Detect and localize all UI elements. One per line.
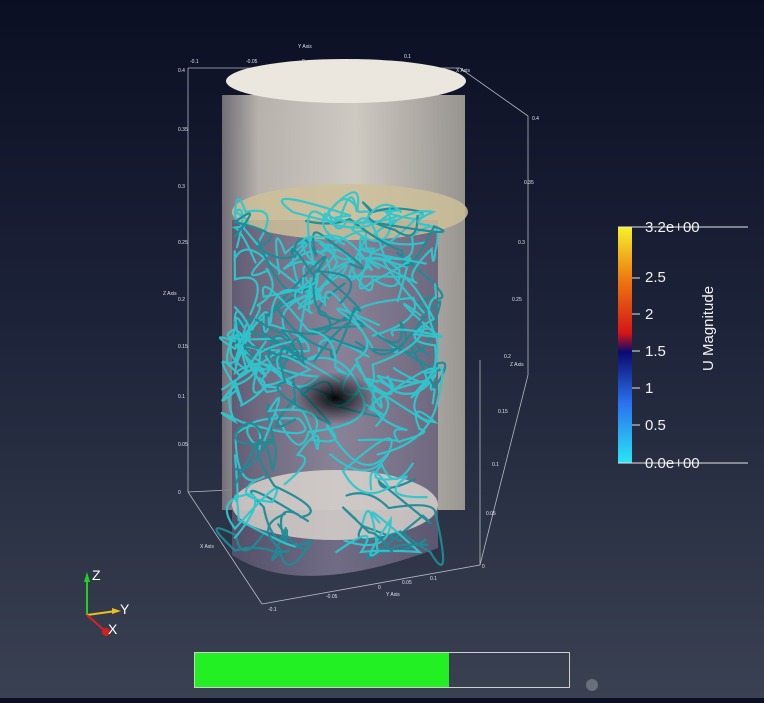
legend-label-2-5: 2.5 <box>645 269 666 286</box>
z-tick-right-5: 0.15 <box>498 409 508 415</box>
y-tick-top-2: 0 <box>302 59 305 65</box>
progress-fill <box>195 653 450 687</box>
x-axis-title-top: X Axis <box>456 68 470 74</box>
y-axis-title-top: Y Axis <box>298 44 312 50</box>
orientation-z-label: Z <box>92 567 101 583</box>
legend-label-1: 1 <box>645 380 654 397</box>
legend-label-2: 2 <box>645 306 654 323</box>
z-tick-right-2: 0.3 <box>518 240 525 246</box>
z-tick-left-6: 0.1 <box>178 394 185 400</box>
z-tick-left-5: 0.15 <box>178 344 188 350</box>
y-tick-bottom-2: 0 <box>378 585 381 591</box>
z-tick-right-0: 0.4 <box>532 116 539 122</box>
y-tick-top-3: 0.05 <box>350 59 360 65</box>
y-axis-title-bottom: Y Axis <box>386 592 400 598</box>
z-tick-right-4: 0.2 <box>504 354 511 360</box>
legend-label-min: 0.0e+00 <box>645 455 700 472</box>
y-tick-bottom-3: -0.05 <box>326 594 338 600</box>
z-tick-left-1: 0.35 <box>178 127 188 133</box>
z-tick-right-1: 0.35 <box>524 180 534 186</box>
y-tick-top-4: 0.1 <box>404 54 411 60</box>
legend-label-0-5: 0.5 <box>645 417 666 434</box>
y-tick-top-1: -0.05 <box>246 59 258 65</box>
z-tick-left-0: 0.4 <box>178 68 185 74</box>
legend-label-1-5: 1.5 <box>645 343 666 360</box>
y-tick-bottom-4: -0.1 <box>268 607 277 613</box>
color-legend <box>618 226 748 464</box>
z-axis-title-left: Z Axis <box>163 291 177 297</box>
orientation-axes: Z Y X <box>84 567 130 637</box>
z-tick-left-4: 0.2 <box>178 297 185 303</box>
z-tick-left-8: 0 <box>178 490 181 496</box>
y-tick-bottom-0: 0.1 <box>430 576 437 582</box>
vortex-core <box>295 372 375 424</box>
status-indicator <box>586 679 598 691</box>
z-tick-right-6: 0.1 <box>492 462 499 468</box>
z-tick-right-8: 0 <box>482 564 485 570</box>
color-bar <box>618 227 632 463</box>
orientation-y-label: Y <box>120 601 130 617</box>
z-tick-left-3: 0.25 <box>178 240 188 246</box>
y-tick-top-0: -0.1 <box>190 59 199 65</box>
legend-label-max: 3.2e+00 <box>645 219 700 236</box>
legend-title: U Magnitude <box>700 285 717 371</box>
y-tick-bottom-1: 0.05 <box>402 580 412 586</box>
z-tick-left-2: 0.3 <box>178 184 185 190</box>
progress-bar <box>194 652 570 688</box>
z-tick-right-3: 0.25 <box>512 297 522 303</box>
x-axis-title-bottom: X Axis <box>200 544 214 550</box>
z-axis-title-right: Z Axis <box>510 362 524 368</box>
z-tick-left-7: 0.05 <box>178 442 188 448</box>
z-tick-right-7: 0.05 <box>486 511 496 517</box>
orientation-x-label: X <box>108 621 118 637</box>
